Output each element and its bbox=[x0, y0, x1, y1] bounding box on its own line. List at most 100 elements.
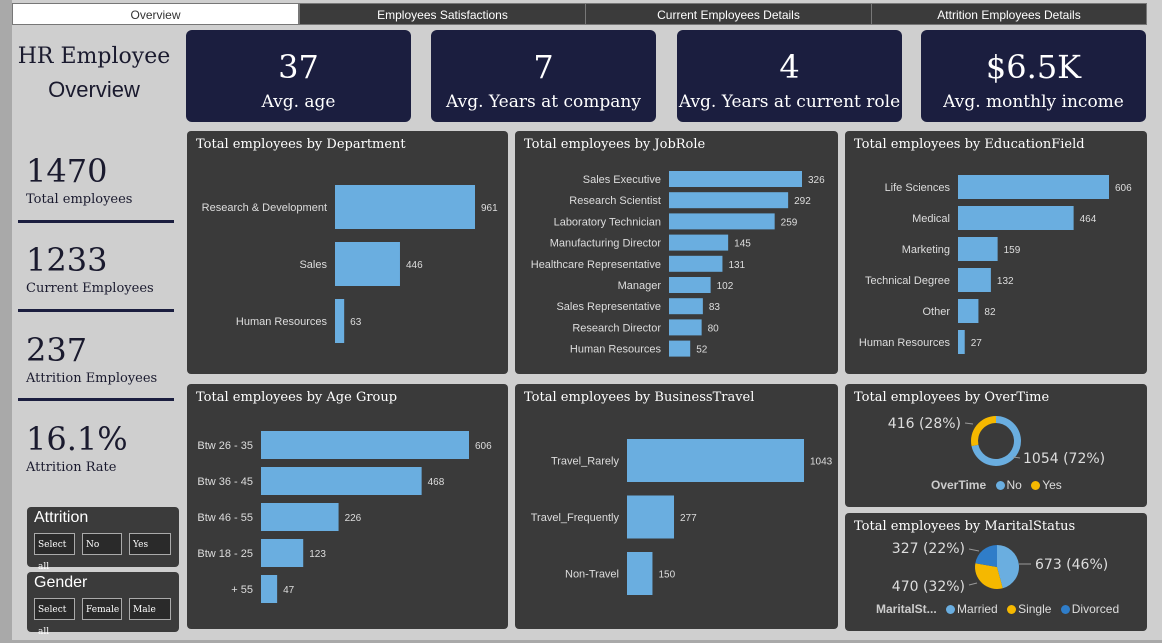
category-label: Travel_Frequently bbox=[531, 512, 620, 524]
chart-marital[interactable]: Total employees by MaritalStatus 673 (46… bbox=[845, 513, 1147, 631]
bar-research-director[interactable] bbox=[669, 319, 702, 336]
legend-label-yes: Yes bbox=[1042, 478, 1062, 492]
bar--55[interactable] bbox=[261, 575, 278, 603]
category-label: Research Director bbox=[572, 322, 661, 334]
data-label: 80 bbox=[708, 323, 720, 334]
bar-marketing[interactable] bbox=[958, 237, 998, 261]
legend-dot-divorced bbox=[1060, 605, 1070, 614]
bar-manufacturing-director[interactable] bbox=[669, 234, 729, 251]
category-label: Travel_Rarely bbox=[551, 456, 620, 468]
bar-human-resources[interactable] bbox=[335, 299, 345, 343]
legend-title: OverTime bbox=[931, 478, 987, 492]
tab-overview[interactable]: Overview bbox=[12, 3, 299, 25]
category-label: Manager bbox=[618, 280, 662, 292]
data-label: 259 bbox=[781, 217, 798, 228]
slice-label: 1054 (72%) bbox=[1023, 451, 1105, 467]
gender-slicer: Gender Select all Female Male bbox=[27, 572, 179, 637]
chart-jobrole[interactable]: Total employees by JobRole Sales Executi… bbox=[515, 131, 838, 374]
data-label: 277 bbox=[680, 513, 697, 524]
legend-title: MaritalSt... bbox=[876, 602, 937, 616]
stat-divider bbox=[18, 309, 174, 312]
stat-divider bbox=[18, 398, 174, 401]
marital-legend: MaritalSt... Married Single Divorced bbox=[876, 602, 1119, 616]
chart-education[interactable]: Total employees by EducationField Life S… bbox=[845, 131, 1147, 374]
gender-option-male[interactable]: Male bbox=[129, 598, 171, 620]
bar-technical-degree[interactable] bbox=[958, 268, 991, 292]
category-label: Human Resources bbox=[859, 337, 951, 349]
bar-btw-46-55[interactable] bbox=[261, 503, 339, 531]
data-label: 326 bbox=[808, 175, 825, 186]
slice-label: 416 (28%) bbox=[888, 416, 961, 432]
overtime-legend: OverTime No Yes bbox=[931, 478, 1062, 492]
chart-education-svg: Life Sciences 606 Medical 464 Marketing 159 Te… bbox=[859, 175, 1132, 354]
bar-research-scientist[interactable] bbox=[669, 192, 789, 209]
category-label: Human Resources bbox=[236, 316, 328, 328]
attrition-option-no[interactable]: No bbox=[82, 533, 122, 555]
category-label: Btw 18 - 25 bbox=[197, 548, 253, 560]
data-label: 446 bbox=[406, 260, 423, 271]
bar-travel-rarely[interactable] bbox=[627, 439, 804, 482]
chart-department[interactable]: Total employees by Department Research &… bbox=[187, 131, 508, 374]
chart-travel[interactable]: Total employees by BusinessTravel Travel… bbox=[515, 384, 838, 629]
data-label: 52 bbox=[696, 345, 708, 356]
slice-yes[interactable] bbox=[971, 416, 996, 447]
bar-btw-36-45[interactable] bbox=[261, 467, 422, 495]
data-label: 27 bbox=[971, 338, 983, 349]
bar-human-resources[interactable] bbox=[958, 330, 965, 354]
data-label: 961 bbox=[481, 203, 498, 214]
leader-line bbox=[968, 582, 978, 586]
category-label: Sales Representative bbox=[556, 301, 661, 313]
kpi-label: Avg. monthly income bbox=[943, 92, 1124, 112]
kpi-label: Avg. age bbox=[261, 92, 336, 112]
bar-other[interactable] bbox=[958, 299, 979, 323]
bar-healthcare-representative[interactable] bbox=[669, 255, 723, 272]
bar-non-travel[interactable] bbox=[627, 552, 653, 595]
stat-label: Attrition Rate bbox=[26, 460, 117, 475]
slicer-title: Gender bbox=[34, 574, 88, 591]
category-label: Technical Degree bbox=[865, 275, 950, 287]
bar-btw-26-35[interactable] bbox=[261, 431, 469, 459]
bar-laboratory-technician[interactable] bbox=[669, 213, 775, 230]
stat-value: 1470 bbox=[26, 152, 108, 190]
stat-label: Current Employees bbox=[26, 281, 154, 296]
bar-life-sciences[interactable] bbox=[958, 175, 1109, 199]
data-label: 83 bbox=[709, 302, 721, 313]
bar-manager[interactable] bbox=[669, 277, 711, 293]
bar-travel-frequently[interactable] bbox=[627, 495, 675, 539]
data-label: 1043 bbox=[810, 457, 833, 468]
category-label: + 55 bbox=[231, 584, 253, 596]
category-label: Btw 46 - 55 bbox=[197, 512, 253, 524]
category-label: Healthcare Representative bbox=[531, 259, 661, 271]
tab-current-employees-details[interactable]: Current Employees Details bbox=[585, 3, 872, 25]
data-label: 132 bbox=[997, 276, 1014, 287]
tab-attrition-employees-details[interactable]: Attrition Employees Details bbox=[871, 3, 1147, 25]
bar-sales-representative[interactable] bbox=[669, 298, 703, 315]
stat-value: 237 bbox=[26, 331, 88, 369]
attrition-option-yes[interactable]: Yes bbox=[129, 533, 171, 555]
gender-option-select-all[interactable]: Select all bbox=[34, 598, 75, 637]
page-title-line1: HR Employee bbox=[17, 44, 171, 69]
slice-divorced[interactable] bbox=[975, 545, 997, 567]
chart-jobrole-svg: Sales Executive 326 Research Scientist 292 L… bbox=[531, 171, 825, 357]
chart-travel-svg: Travel_Rarely 1043 Travel_Frequently 277 Non… bbox=[531, 439, 833, 595]
bar-btw-18-25[interactable] bbox=[261, 539, 304, 567]
data-label: 145 bbox=[734, 239, 751, 250]
gender-option-female[interactable]: Female bbox=[82, 598, 122, 620]
category-label: Btw 26 - 35 bbox=[197, 440, 253, 452]
stat-total-employees: 1470 Total employees bbox=[18, 152, 176, 223]
legend-label-single: Single bbox=[1018, 602, 1052, 616]
slice-label: 470 (32%) bbox=[892, 579, 965, 595]
chart-agegroup[interactable]: Total employees by Age Group Btw 26 - 35… bbox=[187, 384, 508, 629]
stat-value: 16.1% bbox=[26, 420, 128, 458]
bar-sales[interactable] bbox=[335, 242, 400, 286]
legend-dot-yes bbox=[1031, 481, 1041, 490]
bar-human-resources[interactable] bbox=[669, 340, 691, 357]
category-label: Research Scientist bbox=[569, 195, 661, 207]
bar-medical[interactable] bbox=[958, 206, 1074, 230]
bar-sales-executive[interactable] bbox=[669, 171, 802, 187]
chart-overtime[interactable]: Total employees by OverTime 1054 (72%) 41… bbox=[845, 384, 1147, 507]
bar-research-development[interactable] bbox=[335, 185, 475, 229]
stat-attrition-employees: 237 Attrition Employees bbox=[18, 331, 176, 401]
tab-employees-satisfactions[interactable]: Employees Satisfactions bbox=[299, 3, 586, 25]
attrition-option-select-all[interactable]: Select all bbox=[34, 533, 75, 572]
